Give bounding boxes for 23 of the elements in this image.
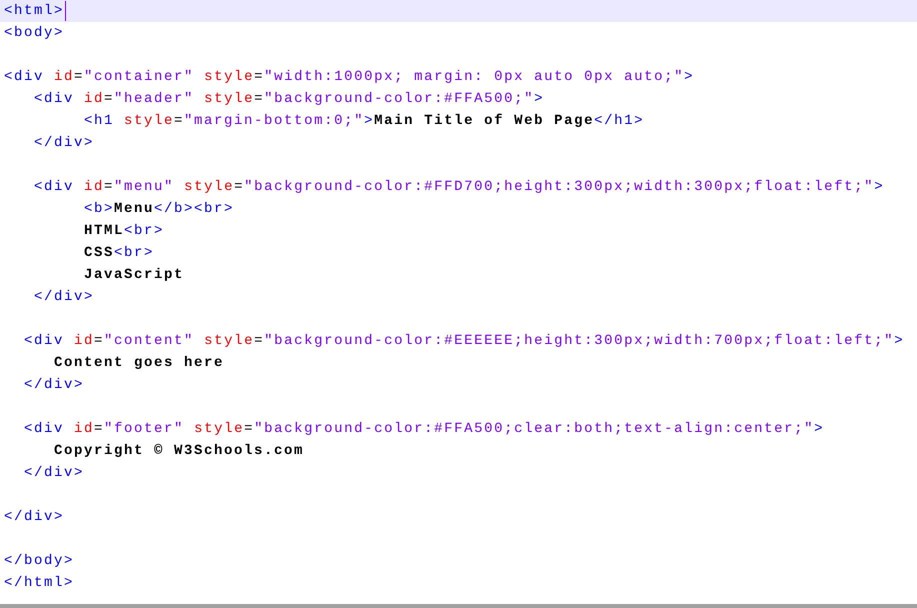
code-line: CSS<br> bbox=[83, 244, 154, 263]
code-line: </div> bbox=[23, 376, 84, 395]
code-line: JavaScript bbox=[83, 266, 184, 285]
code-line: <html> bbox=[4, 2, 64, 21]
text-cursor bbox=[65, 1, 66, 21]
code-line: <div id="header" style="background-color:#FFA500;"> bbox=[33, 90, 544, 109]
code-line: </div> bbox=[33, 134, 94, 153]
code-line: </div> bbox=[4, 508, 64, 527]
code-line: </div> bbox=[23, 464, 84, 483]
code-line: Content goes here bbox=[53, 354, 224, 373]
code-line: </div> bbox=[33, 288, 94, 307]
code-line: <div id="footer" style="background-color:#FFA500;clear:both;text-align:center;"> bbox=[23, 420, 824, 439]
code-line: <h1 style="margin-bottom:0;">Main Title of Web Page</h1> bbox=[83, 112, 644, 131]
code-editor[interactable] bbox=[0, 0, 917, 608]
code-line: </body> bbox=[4, 552, 74, 571]
code-line: </html> bbox=[4, 574, 74, 593]
code-line: Copyright © W3Schools.com bbox=[53, 442, 304, 461]
code-line: <div id="container" style="width:1000px; margin: 0px auto 0px auto;"> bbox=[4, 68, 694, 87]
code-line: <body> bbox=[4, 24, 64, 43]
code-line: <div id="content" style="background-color:#EEEEEE;height:300px;width:700px;float:left;"> bbox=[23, 332, 904, 351]
code-line: <b>Menu</b><br> bbox=[83, 200, 234, 219]
code-line: <div id="menu" style="background-color:#FFD700;height:300px;width:300px;float:left;"> bbox=[33, 178, 884, 197]
code-line: HTML<br> bbox=[83, 222, 164, 241]
